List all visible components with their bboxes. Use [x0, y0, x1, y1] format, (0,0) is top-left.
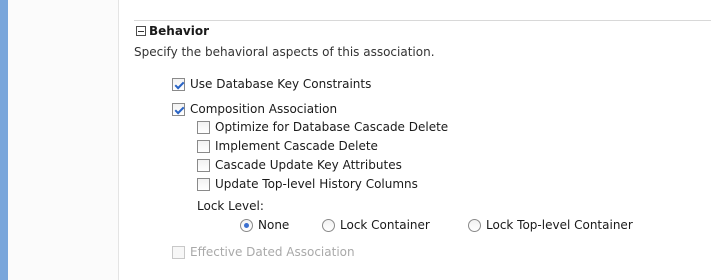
lock-level-label-row: Lock Level: [197, 199, 264, 213]
section-title: Behavior [149, 24, 210, 38]
left-navigation-pane [8, 0, 119, 280]
lock-level-none-option[interactable]: None [240, 218, 289, 232]
section-description: Specify the behavioral aspects of this a… [134, 45, 435, 59]
update-history-columns-checkbox[interactable] [197, 177, 210, 191]
use-db-key-constraints-checkbox[interactable] [172, 77, 185, 91]
optimize-cascade-delete-label: Optimize for Database Cascade Delete [215, 120, 449, 134]
use-db-key-constraints-option[interactable]: Use Database Key Constraints [172, 77, 371, 91]
cascade-update-key-attrs-label: Cascade Update Key Attributes [215, 158, 402, 172]
effective-dated-association-label: Effective Dated Association [190, 245, 355, 259]
update-history-columns-label: Update Top-level History Columns [215, 177, 418, 191]
implement-cascade-delete-checkbox[interactable] [197, 139, 210, 153]
implement-cascade-delete-option[interactable]: Implement Cascade Delete [197, 139, 378, 153]
optimize-cascade-delete-option[interactable]: Optimize for Database Cascade Delete [197, 120, 448, 134]
lock-level-label: Lock Level: [197, 199, 264, 213]
cascade-update-key-attrs-checkbox[interactable] [197, 158, 210, 172]
effective-dated-association-checkbox [172, 245, 185, 259]
lock-level-none-radio[interactable] [240, 218, 253, 232]
behavior-section-header[interactable]: Behavior [136, 24, 209, 38]
lock-level-container-label: Lock Container [340, 218, 430, 232]
composition-association-option[interactable]: Composition Association [172, 102, 337, 116]
section-divider [134, 20, 711, 21]
use-db-key-constraints-label: Use Database Key Constraints [190, 77, 372, 91]
lock-level-none-label: None [258, 218, 290, 232]
lock-level-top-container-radio[interactable] [468, 218, 481, 232]
collapse-icon[interactable] [136, 26, 146, 36]
optimize-cascade-delete-checkbox[interactable] [197, 120, 210, 134]
left-accent-bar [0, 0, 8, 280]
update-history-columns-option[interactable]: Update Top-level History Columns [197, 177, 418, 191]
implement-cascade-delete-label: Implement Cascade Delete [215, 139, 378, 153]
cascade-update-key-attrs-option[interactable]: Cascade Update Key Attributes [197, 158, 402, 172]
composition-association-label: Composition Association [190, 102, 338, 116]
effective-dated-association-option: Effective Dated Association [172, 245, 355, 259]
lock-level-container-option[interactable]: Lock Container [322, 218, 430, 232]
composition-association-checkbox[interactable] [172, 102, 185, 116]
lock-level-top-container-label: Lock Top-level Container [486, 218, 633, 232]
lock-level-container-radio[interactable] [322, 218, 335, 232]
lock-level-top-container-option[interactable]: Lock Top-level Container [468, 218, 633, 232]
